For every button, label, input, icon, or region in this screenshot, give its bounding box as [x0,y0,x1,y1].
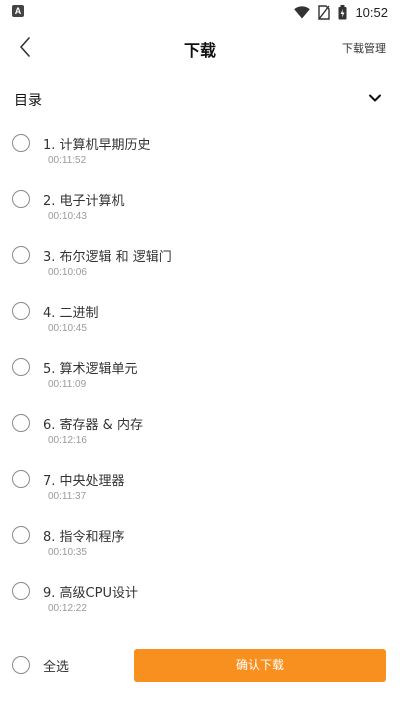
item-title: 9. 高级CPU设计 [43,586,138,601]
item-title: 8. 指令和程序 [43,530,125,545]
radio-button[interactable] [12,526,30,544]
radio-button[interactable] [12,134,30,152]
list-item[interactable]: 2. 电子计算机 00:10:43 [0,184,400,240]
item-duration: 00:10:45 [48,323,87,334]
page-title: 下载 [183,41,216,60]
item-title: 5. 算术逻辑单元 [43,362,138,377]
catalog-toggle[interactable]: 目录 [0,82,400,114]
item-duration: 00:12:22 [48,603,87,614]
radio-button[interactable] [12,190,30,208]
radio-button[interactable] [12,656,30,674]
confirm-download-button[interactable]: 确认下载 [134,649,386,682]
episode-list: 1. 计算机早期历史 00:11:52 2. 电子计算机 00:10:43 3.… [0,128,400,632]
item-duration: 00:10:43 [48,211,87,222]
radio-button[interactable] [12,582,30,600]
item-title: 7. 中央处理器 [43,474,125,489]
item-title: 4. 二进制 [43,306,99,321]
list-item[interactable]: 4. 二进制 00:10:45 [0,296,400,352]
radio-button[interactable] [12,246,30,264]
status-bar: A 10:52 [0,0,400,24]
item-duration: 00:11:37 [48,491,87,502]
item-duration: 00:10:06 [48,267,87,278]
list-item[interactable]: 3. 布尔逻辑 和 逻辑门 00:10:06 [0,240,400,296]
item-title: 6. 寄存器 & 内存 [43,418,143,433]
download-manage-button[interactable]: 下载管理 [342,40,386,56]
chevron-left-icon [20,37,30,57]
select-all-label: 全选 [43,659,70,675]
select-all-toggle[interactable]: 全选 [12,654,69,676]
header: 下载 下载管理 [0,24,400,70]
radio-button[interactable] [12,414,30,432]
item-duration: 00:11:52 [48,155,87,166]
radio-button[interactable] [12,302,30,320]
list-item[interactable]: 7. 中央处理器 00:11:37 [0,464,400,520]
status-time: 10:52 [355,4,388,20]
item-title: 2. 电子计算机 [43,194,125,209]
list-item[interactable]: 8. 指令和程序 00:10:35 [0,520,400,576]
radio-button[interactable] [12,470,30,488]
catalog-title: 目录 [14,93,42,109]
wifi-icon [294,5,311,19]
list-item[interactable]: 5. 算术逻辑单元 00:11:09 [0,352,400,408]
item-duration: 00:12:16 [48,435,87,446]
item-title: 3. 布尔逻辑 和 逻辑门 [43,250,172,265]
battery-icon [338,4,347,19]
chevron-down-icon [369,94,381,102]
back-button[interactable] [12,34,38,60]
item-title: 1. 计算机早期历史 [43,138,151,153]
list-item[interactable]: 6. 寄存器 & 内存 00:12:16 [0,408,400,464]
footer-bar: 全选 确认下载 [0,646,400,686]
list-item[interactable]: 1. 计算机早期历史 00:11:52 [0,128,400,184]
list-item[interactable]: 9. 高级CPU设计 00:12:22 [0,576,400,632]
radio-button[interactable] [12,358,30,376]
status-icons: 10:52 [294,3,388,21]
notification-app-icon: A [12,5,24,17]
no-sim-icon [318,4,331,20]
item-duration: 00:11:09 [48,379,87,390]
item-duration: 00:10:35 [48,547,87,558]
